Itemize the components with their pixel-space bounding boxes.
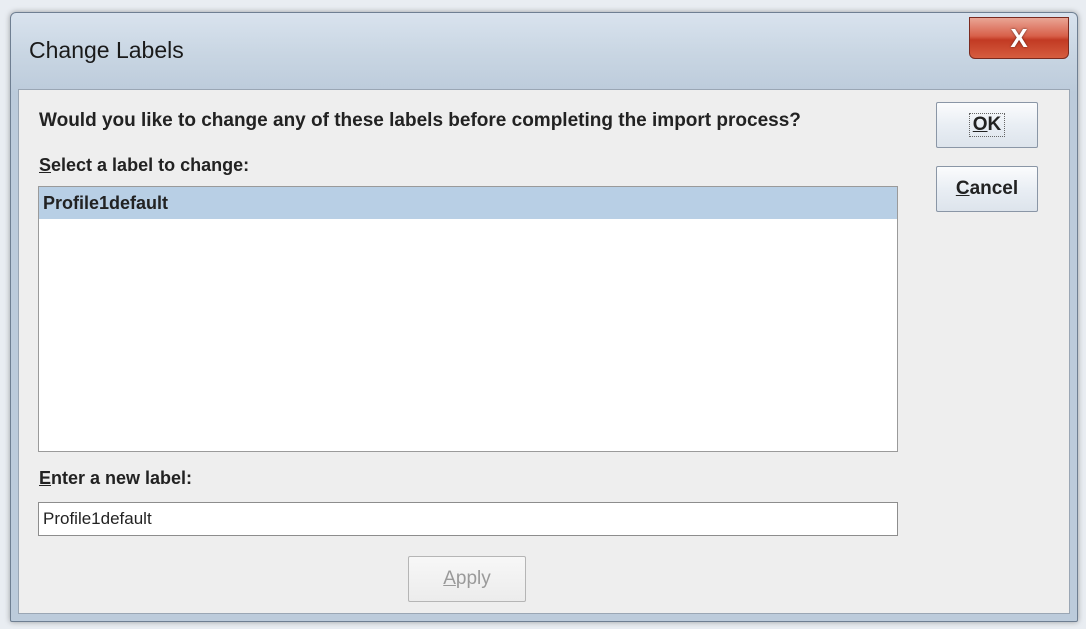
title-bar[interactable]: Change Labels X — [11, 13, 1077, 83]
window-title: Change Labels — [29, 37, 184, 63]
cancel-mnemonic: C — [955, 178, 970, 199]
cancel-button[interactable]: Cancel — [936, 166, 1038, 212]
cancel-button-label: Cancel — [956, 178, 1018, 200]
change-labels-dialog: Change Labels X Would you like to change… — [10, 12, 1078, 622]
ok-label-rest: K — [987, 114, 1002, 135]
list-item-label: Profile1default — [43, 193, 169, 213]
apply-button-label: Apply — [443, 568, 491, 590]
new-label-caption-text: nter a new label: — [51, 468, 193, 488]
select-label-mnemonic: S — [39, 155, 52, 175]
labels-list[interactable]: Profile1default — [38, 186, 898, 452]
apply-mnemonic: A — [443, 568, 456, 589]
apply-button[interactable]: Apply — [408, 556, 526, 602]
new-label-input[interactable] — [38, 502, 898, 536]
close-icon: X — [1010, 22, 1028, 53]
list-item[interactable]: Profile1default — [39, 187, 897, 219]
dialog-content: Would you like to change any of these la… — [18, 89, 1070, 614]
cancel-label-rest: ancel — [969, 178, 1019, 199]
select-label-caption: Select a label to change: — [39, 155, 249, 176]
new-label-caption: Enter a new label: — [39, 468, 192, 489]
new-label-mnemonic: E — [39, 468, 52, 488]
apply-label-rest: pply — [455, 568, 491, 589]
ok-button[interactable]: OK — [936, 102, 1038, 148]
ok-mnemonic: O — [972, 114, 988, 135]
ok-button-label: OK — [968, 113, 1006, 137]
select-label-text: elect a label to change: — [51, 155, 250, 175]
dialog-prompt: Would you like to change any of these la… — [39, 110, 801, 131]
close-button[interactable]: X — [969, 17, 1069, 59]
